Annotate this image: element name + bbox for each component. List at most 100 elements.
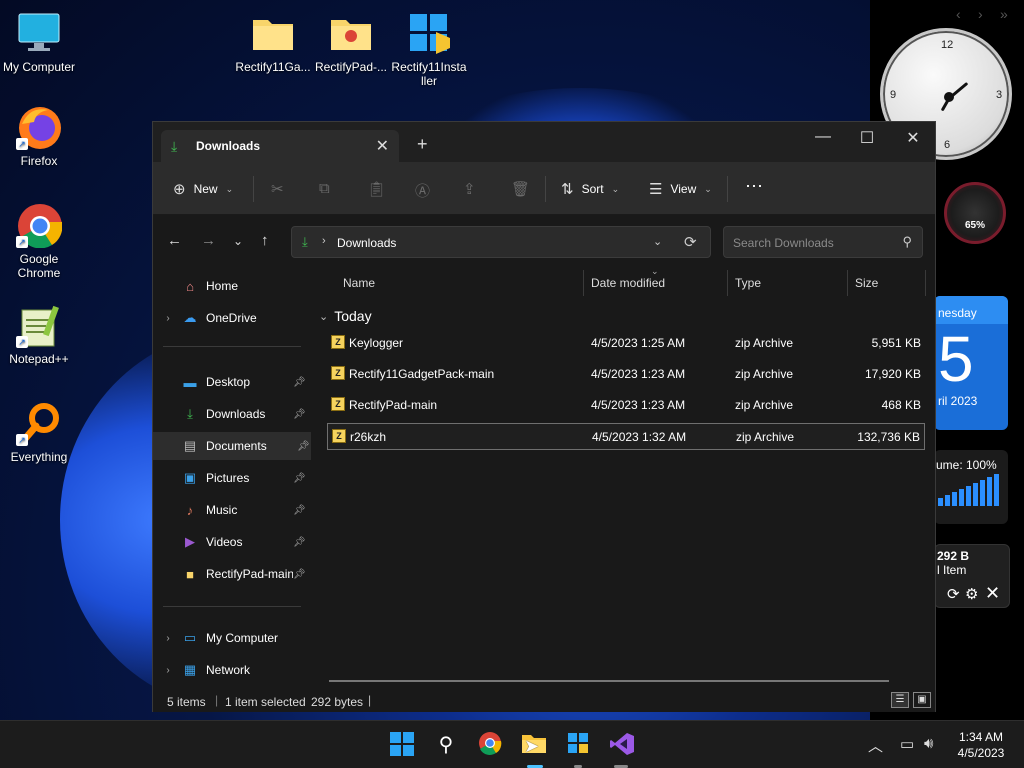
- sidebar-item-downloads[interactable]: ⤓ Downloads 📌︎: [157, 400, 307, 428]
- back-button[interactable]: ←: [167, 232, 182, 249]
- search-icon: ⚲: [902, 234, 912, 249]
- taskbar-installer[interactable]: [564, 731, 592, 759]
- desktop-icon-everything[interactable]: ↗ Everything: [0, 400, 80, 464]
- search-button[interactable]: ⚲: [432, 731, 460, 759]
- column-divider[interactable]: [583, 270, 584, 296]
- address-dropdown-icon[interactable]: ⌄: [653, 235, 662, 248]
- recycle-bin-gadget[interactable]: 292 B l Item ⟳ ⚙ ✕: [934, 544, 1010, 608]
- column-header-date[interactable]: Date modified: [591, 276, 665, 290]
- clock-number: 3: [996, 89, 1003, 101]
- tab-downloads[interactable]: ⤓ Downloads ✕: [161, 130, 399, 162]
- sidebar-item-videos[interactable]: ▶ Videos 📌︎: [157, 528, 307, 556]
- scissors-icon: ✂: [271, 181, 284, 198]
- zip-folder-icon: [328, 10, 374, 56]
- taskbar-visual-studio[interactable]: [608, 731, 636, 759]
- more-options-button[interactable]: ⋯: [745, 176, 763, 197]
- expand-chevron-icon[interactable]: ›: [157, 665, 179, 676]
- column-divider[interactable]: [847, 270, 848, 296]
- sidebar-item-music[interactable]: ♪ Music 📌︎: [157, 496, 307, 524]
- address-bar[interactable]: ⤓ › Downloads ⌄ ⟳: [291, 226, 711, 258]
- sort-button[interactable]: ⇅ Sort ⌄: [561, 180, 619, 198]
- sidebar-item-home[interactable]: ⌂ Home: [157, 272, 307, 300]
- new-tab-button[interactable]: +: [417, 134, 428, 155]
- pin-icon[interactable]: 📌︎: [293, 537, 307, 548]
- expand-chevron-icon[interactable]: ›: [157, 633, 179, 644]
- gear-icon[interactable]: ⚙: [965, 585, 978, 603]
- sidebar-item-rectifypad-main[interactable]: ■ RectifyPad-main 📌︎: [157, 560, 307, 588]
- desktop-icon-notepadpp[interactable]: ↗ Notepad++: [0, 302, 80, 366]
- minimize-button[interactable]: —: [801, 128, 845, 146]
- paste-button[interactable]: 📋︎: [367, 180, 386, 198]
- sidebar-item-my-computer[interactable]: › ▭ My Computer: [157, 624, 307, 652]
- close-icon[interactable]: ✕: [985, 583, 1000, 604]
- network-icon[interactable]: ▭: [900, 735, 914, 753]
- sidebar-item-label: OneDrive: [206, 311, 257, 325]
- table-row-selected[interactable]: Z r26kzh 4/5/2023 1:32 AM zip Archive 13…: [327, 423, 925, 450]
- desktop-icon-firefox[interactable]: ↗ Firefox: [0, 104, 80, 168]
- column-header-type[interactable]: Type: [735, 276, 761, 290]
- volume-gadget[interactable]: ume: 100%: [934, 450, 1008, 524]
- desktop-icon-my-computer[interactable]: My Computer: [0, 10, 80, 74]
- column-header-size[interactable]: Size: [855, 276, 878, 290]
- pin-icon[interactable]: 📌︎: [293, 473, 307, 484]
- pin-icon[interactable]: 📌︎: [293, 377, 307, 388]
- desktop-icon-chrome[interactable]: ↗ Google Chrome: [0, 202, 80, 280]
- refresh-icon[interactable]: ⟳: [947, 585, 960, 603]
- chevron-left-icon[interactable]: ‹: [956, 6, 961, 22]
- sidebar-item-onedrive[interactable]: › ☁ OneDrive: [157, 304, 307, 332]
- table-row[interactable]: Z Keylogger 4/5/2023 1:25 AM zip Archive…: [327, 330, 925, 357]
- copy-button[interactable]: ⧉: [319, 180, 330, 197]
- desktop-icon-rectify11-gadget[interactable]: Rectify11Ga...: [232, 10, 314, 74]
- tiles-view-button[interactable]: ▣: [913, 692, 931, 708]
- horizontal-scrollbar[interactable]: [329, 680, 889, 682]
- cut-button[interactable]: ✂: [271, 180, 284, 198]
- chrome-icon: ↗: [16, 202, 63, 249]
- column-divider[interactable]: [727, 270, 728, 296]
- rename-button[interactable]: Ⓐ: [415, 180, 430, 201]
- status-divider: |: [368, 693, 372, 707]
- recent-locations-button[interactable]: ⌄: [233, 234, 243, 248]
- show-hidden-icons-button[interactable]: ︿: [868, 735, 883, 756]
- desktop-icon-rectifypad[interactable]: RectifyPad-...: [310, 10, 392, 74]
- start-button[interactable]: [388, 731, 416, 759]
- taskbar-clock[interactable]: 1:34 AM 4/5/2023: [948, 729, 1014, 761]
- pin-icon[interactable]: 📌︎: [297, 441, 311, 452]
- forward-button[interactable]: →: [201, 232, 216, 249]
- volume-icon[interactable]: 🔊︎: [924, 735, 933, 752]
- table-row[interactable]: Z RectifyPad-main 4/5/2023 1:23 AM zip A…: [327, 392, 925, 419]
- sidebar-item-pictures[interactable]: ▣ Pictures 📌︎: [157, 464, 307, 492]
- details-view-button[interactable]: ☰: [891, 692, 909, 708]
- expand-chevron-icon[interactable]: ›: [157, 313, 179, 324]
- pin-icon[interactable]: 📌︎: [293, 409, 307, 420]
- column-divider[interactable]: [925, 270, 926, 296]
- new-button[interactable]: ⊕ New ⌄: [173, 180, 233, 198]
- sidebar-item-desktop[interactable]: ▬ Desktop 📌︎: [157, 368, 307, 396]
- maximize-button[interactable]: ☐: [845, 128, 889, 148]
- refresh-icon[interactable]: ⟳: [684, 233, 697, 251]
- collapse-chevron-icon[interactable]: ⌄: [319, 310, 328, 323]
- pin-icon[interactable]: 📌︎: [293, 569, 307, 580]
- chevron-right-icon[interactable]: ›: [978, 6, 983, 22]
- taskbar-chrome[interactable]: [476, 731, 504, 759]
- search-input[interactable]: Search Downloads ⚲: [723, 226, 923, 258]
- delete-button[interactable]: 🗑︎: [511, 180, 530, 198]
- cpu-meter-gadget[interactable]: 65%: [944, 182, 1006, 244]
- close-window-button[interactable]: ✕: [891, 128, 935, 148]
- sidebar-item-network[interactable]: › ▦ Network: [157, 656, 307, 684]
- sidebar-item-documents[interactable]: ▤ Documents 📌︎: [153, 432, 311, 460]
- chevron-double-right-icon[interactable]: »: [1000, 6, 1008, 22]
- tab-close-icon[interactable]: ✕: [376, 136, 389, 156]
- view-button[interactable]: ☰ View ⌄: [649, 180, 712, 198]
- table-row[interactable]: Z Rectify11GadgetPack-main 4/5/2023 1:23…: [327, 361, 925, 388]
- up-button[interactable]: ↑: [261, 232, 269, 249]
- desktop-icon-label: Notepad++: [9, 352, 69, 366]
- breadcrumb-downloads[interactable]: Downloads: [337, 236, 396, 250]
- share-button[interactable]: ⇪: [463, 180, 476, 198]
- calendar-gadget[interactable]: nesday 5 ril 2023: [934, 296, 1008, 430]
- column-header-name[interactable]: Name: [343, 276, 375, 290]
- pin-icon[interactable]: 📌︎: [293, 505, 307, 516]
- desktop-icon-rectify11-installer[interactable]: Rectify11Insta ller: [388, 10, 470, 88]
- command-bar: ⊕ New ⌄ ✂ ⧉ 📋︎ Ⓐ ⇪ 🗑︎ ⇅ Sort ⌄ ☰ View ⌄ …: [153, 162, 935, 215]
- clock-number: 12: [941, 39, 954, 51]
- group-header-today[interactable]: ⌄ Today: [319, 308, 372, 324]
